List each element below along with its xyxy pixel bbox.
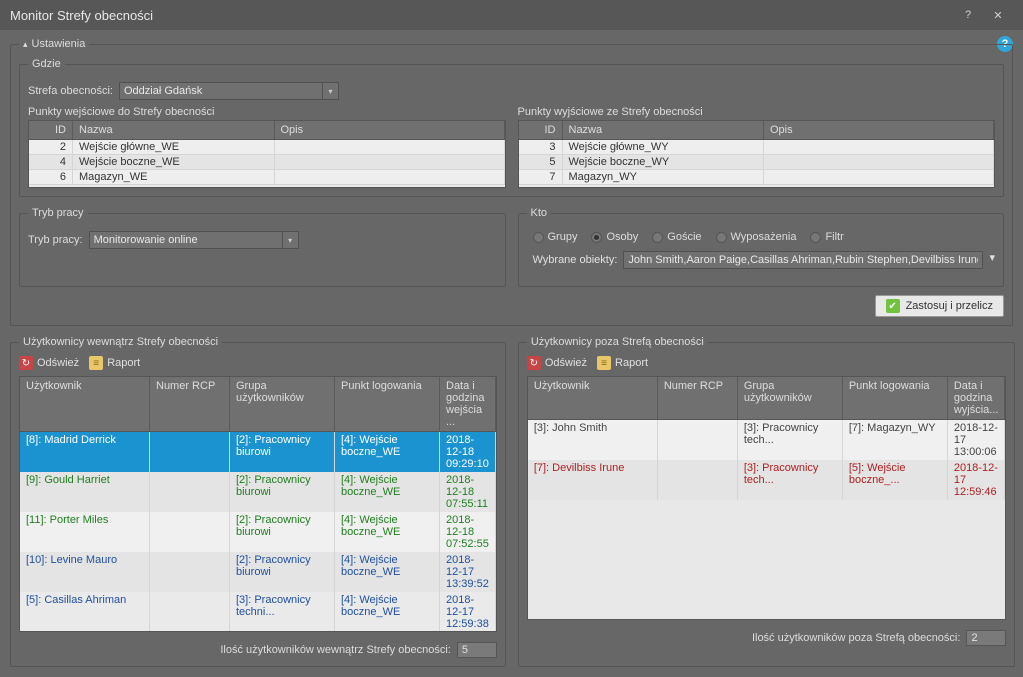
where-panel: Gdzie Strefa obecności: Oddział Gdańsk ▾… [19,58,1004,197]
outside-count-label: Ilość użytkowników poza Strefą obecności… [752,632,961,644]
exit-points-title: Punkty wyjściowe ze Strefy obecności [518,106,996,118]
table-row[interactable]: [11]: Porter Miles[2]: Pracownicy biurow… [20,512,496,552]
chevron-up-icon: ▴ [23,39,28,50]
who-legend: Kto [527,207,552,219]
inside-panel: Użytkownicy wewnątrz Strefy obecności ↻O… [10,336,506,667]
who-panel: Kto Grupy Osoby Goście Wyposażenia Filtr… [518,207,1005,287]
table-row[interactable]: 2Wejście główne_WE [29,140,505,155]
apply-button-label: Zastosuj i przelicz [906,300,993,312]
inside-count-value: 5 [457,642,497,658]
inside-count-label: Ilość użytkowników wewnątrz Strefy obecn… [220,644,450,656]
radio-filter[interactable]: Filtr [810,231,843,243]
outside-grid-body[interactable]: [3]: John Smith[3]: Pracownicy tech...[7… [527,420,1007,620]
radio-persons[interactable]: Osoby [591,231,638,243]
outside-panel: Użytkownicy poza Strefą obecności ↻Odświ… [518,336,1016,667]
table-row[interactable]: [3]: John Smith[3]: Pracownicy tech...[7… [528,420,1006,460]
radio-groups[interactable]: Grupy [533,231,578,243]
mode-label: Tryb pracy: [28,234,83,246]
col-rcp[interactable]: Numer RCP [150,377,230,431]
inside-legend: Użytkownicy wewnątrz Strefy obecności [19,336,222,348]
col-rcp[interactable]: Numer RCP [658,377,738,419]
col-user[interactable]: Użytkownik [528,377,658,419]
settings-panel: ▴ Ustawienia Gdzie Strefa obecności: Odd… [10,38,1013,326]
inside-grid-header: Użytkownik Numer RCP Grupa użytkowników … [19,376,497,432]
settings-expander[interactable]: ▴ Ustawienia [19,38,89,50]
radio-guests[interactable]: Goście [652,231,701,243]
table-row[interactable]: 3Wejście główne_WY [519,140,995,155]
exit-grid-body[interactable]: 3Wejście główne_WY5Wejście boczne_WY7Mag… [518,140,996,188]
outside-grid-header: Użytkownik Numer RCP Grupa użytkowników … [527,376,1007,420]
col-point[interactable]: Punkt logowania [335,377,440,431]
zone-label: Strefa obecności: [28,85,113,97]
entry-points-title: Punkty wejściowe do Strefy obecności [28,106,506,118]
report-icon: ≡ [597,356,611,370]
inside-report-button[interactable]: ≡Raport [89,356,140,370]
col-desc[interactable]: Opis [764,121,994,139]
title-bar: Monitor Strefy obecności ? ✕ [0,0,1023,30]
outside-legend: Użytkownicy poza Strefą obecności [527,336,708,348]
refresh-icon: ↻ [527,356,541,370]
where-legend: Gdzie [28,58,65,70]
table-row[interactable]: [9]: Gould Harriet[2]: Pracownicy biurow… [20,472,496,512]
col-name[interactable]: Nazwa [563,121,765,139]
radio-equipment[interactable]: Wyposażenia [716,231,797,243]
outside-report-button[interactable]: ≡Raport [597,356,648,370]
table-row[interactable]: 6Magazyn_WE [29,170,505,185]
table-row[interactable]: [5]: Casillas Ahriman[3]: Pracownicy tec… [20,592,496,632]
col-group[interactable]: Grupa użytkowników [738,377,843,419]
report-icon: ≡ [89,356,103,370]
refresh-icon: ↻ [19,356,33,370]
objects-dropdown-icon[interactable]: ▾ [989,251,995,269]
objects-label: Wybrane obiekty: [533,254,618,266]
zone-select[interactable]: Oddział Gdańsk [119,82,323,100]
col-desc[interactable]: Opis [275,121,505,139]
exit-grid-header: ID Nazwa Opis [518,120,996,140]
apply-button[interactable]: ✔ Zastosuj i przelicz [875,295,1004,317]
col-id[interactable]: ID [29,121,73,139]
col-date[interactable]: Data i godzina wejścia ... [440,377,496,431]
outside-count-value: 2 [966,630,1006,646]
outside-refresh-button[interactable]: ↻Odśwież [527,356,587,370]
mode-panel: Tryb pracy Tryb pracy: Monitorowanie onl… [19,207,506,287]
mode-legend: Tryb pracy [28,207,88,219]
entry-grid-body[interactable]: 2Wejście główne_WE4Wejście boczne_WE6Mag… [28,140,506,188]
col-group[interactable]: Grupa użytkowników [230,377,335,431]
table-row[interactable]: 7Magazyn_WY [519,170,995,185]
entry-grid-header: ID Nazwa Opis [28,120,506,140]
inside-refresh-button[interactable]: ↻Odśwież [19,356,79,370]
settings-legend-text: Ustawienia [32,38,86,50]
zone-dropdown-icon[interactable]: ▾ [323,82,339,100]
col-user[interactable]: Użytkownik [20,377,150,431]
table-row[interactable]: 4Wejście boczne_WE [29,155,505,170]
close-button[interactable]: ✕ [983,0,1013,30]
table-row[interactable]: [8]: Madrid Derrick[2]: Pracownicy biuro… [20,432,496,472]
window-title: Monitor Strefy obecności [10,8,953,23]
table-row[interactable]: [10]: Levine Mauro[2]: Pracownicy biurow… [20,552,496,592]
table-row[interactable]: 5Wejście boczne_WY [519,155,995,170]
col-point[interactable]: Punkt logowania [843,377,948,419]
col-id[interactable]: ID [519,121,563,139]
col-date[interactable]: Data i godzina wyjścia... [948,377,1006,419]
check-icon: ✔ [886,299,900,313]
table-row[interactable]: [7]: Devilbiss Irune[3]: Pracownicy tech… [528,460,1006,500]
help-button[interactable]: ? [953,0,983,30]
mode-dropdown-icon[interactable]: ▾ [283,231,299,249]
inside-grid-body[interactable]: [8]: Madrid Derrick[2]: Pracownicy biuro… [19,432,497,632]
col-name[interactable]: Nazwa [73,121,275,139]
objects-input[interactable] [623,251,983,269]
mode-select[interactable]: Monitorowanie online [89,231,283,249]
